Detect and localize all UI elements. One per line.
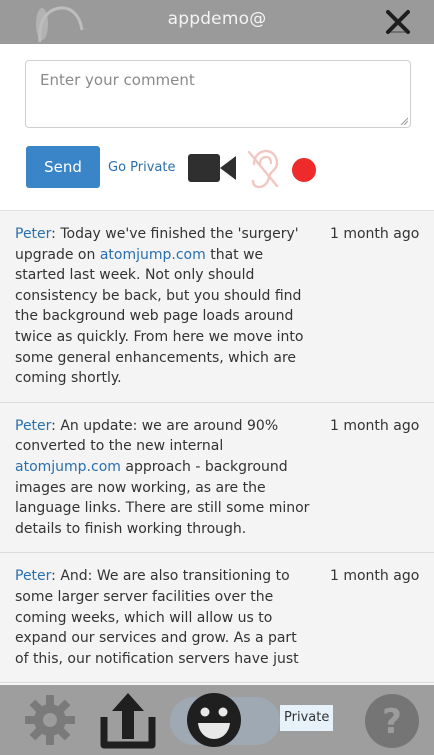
close-icon[interactable] <box>382 6 414 38</box>
message-text: Peter: Today we've finished the 'surgery… <box>15 226 304 387</box>
message-author[interactable]: Peter <box>15 226 51 242</box>
comment-input[interactable] <box>25 60 411 128</box>
app-window: appdemo@ Send Go Private Peter: Today we… <box>0 0 434 755</box>
video-camera-icon[interactable] <box>188 152 236 184</box>
message-text: Peter: An update: we are around 90% conv… <box>15 417 310 537</box>
message-time: 1 month ago <box>330 417 420 434</box>
message-text: Peter: And: We are also transitioning to… <box>15 568 299 667</box>
svg-text:?: ? <box>382 702 402 742</box>
send-button[interactable]: Send <box>26 146 100 188</box>
message-link[interactable]: atomjump.com <box>100 247 206 263</box>
go-private-link[interactable]: Go Private <box>108 160 175 175</box>
message-time: 1 month ago <box>330 226 420 242</box>
ear-muted-icon[interactable] <box>246 148 280 190</box>
resize-grip-icon[interactable] <box>400 117 408 125</box>
private-toggle[interactable]: Private <box>280 705 334 731</box>
message-feed[interactable]: Peter: Today we've finished the 'surgery… <box>0 210 434 685</box>
help-icon[interactable]: ? <box>364 693 420 749</box>
header-bar: appdemo@ <box>0 0 434 44</box>
footer-toolbar: Private ? <box>0 685 434 755</box>
compose-panel: Send Go Private <box>0 44 434 210</box>
message-author[interactable]: Peter <box>15 568 51 584</box>
message-link[interactable]: atomjump.com <box>15 459 121 475</box>
upload-icon[interactable] <box>100 691 156 749</box>
message-item: Peter: An update: we are around 90% conv… <box>0 403 434 554</box>
emoji-smiley-icon[interactable] <box>186 692 242 748</box>
message-item: Peter: Today we've finished the 'surgery… <box>0 211 434 403</box>
message-time: 1 month ago <box>330 568 420 585</box>
settings-gear-icon[interactable] <box>23 693 77 747</box>
record-icon[interactable] <box>292 158 316 182</box>
message-item: Peter: And: We are also transitioning to… <box>0 553 434 684</box>
message-author[interactable]: Peter <box>15 418 51 434</box>
window-title: appdemo@ <box>167 9 267 29</box>
